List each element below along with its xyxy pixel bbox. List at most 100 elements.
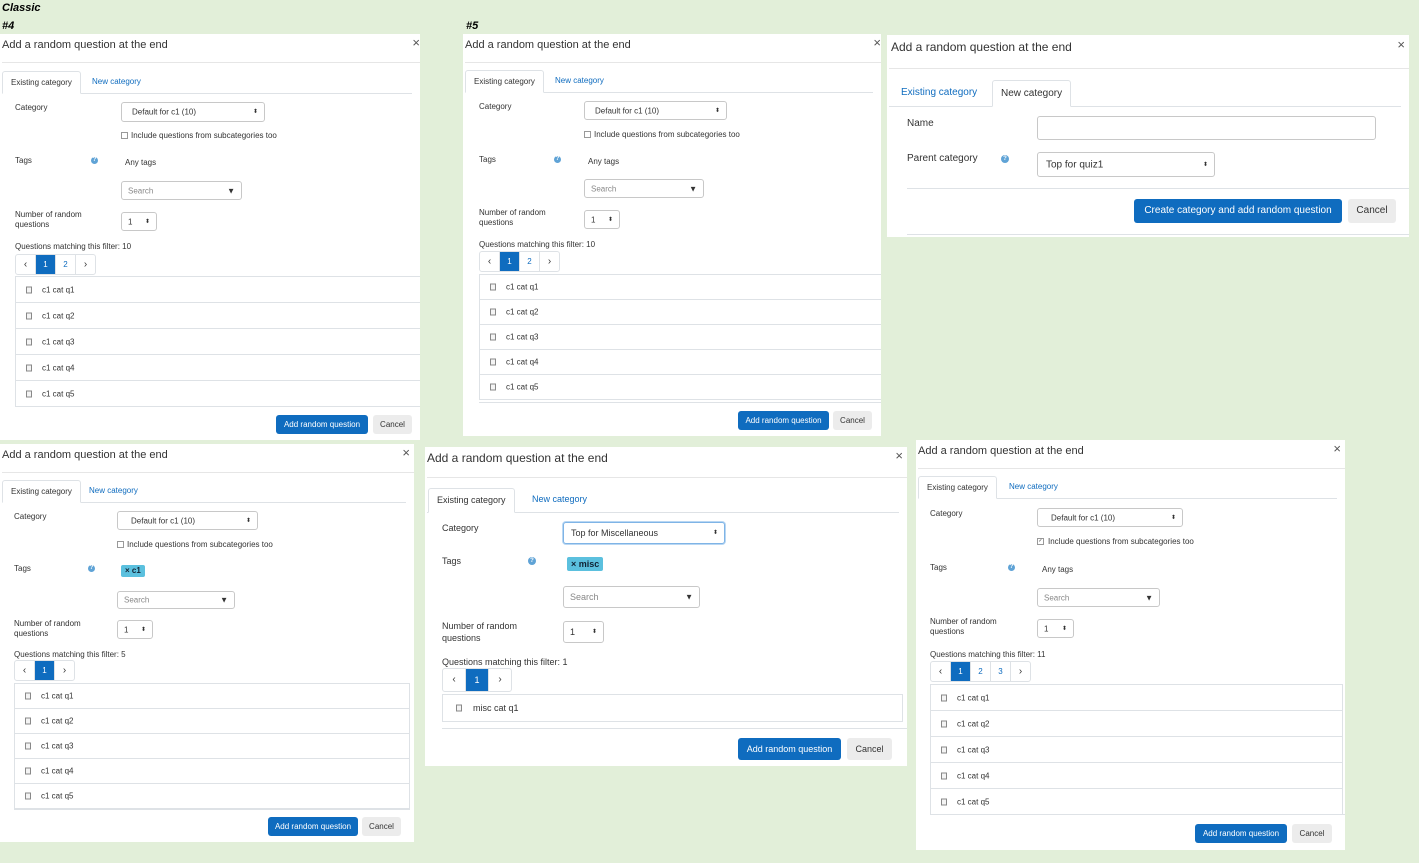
list-item[interactable]: c1 cat q4 bbox=[15, 758, 409, 783]
list-item[interactable]: c1 cat q1 bbox=[16, 277, 420, 302]
page-link[interactable]: 3 bbox=[990, 662, 1010, 681]
add-random-question-button[interactable]: Add random question bbox=[276, 415, 368, 434]
page-link[interactable]: 1 bbox=[465, 669, 488, 691]
prev-page-icon[interactable]: ‹ bbox=[443, 669, 465, 691]
tab-new-category[interactable]: New category bbox=[992, 80, 1072, 107]
list-item[interactable]: c1 cat q4 bbox=[480, 349, 881, 374]
next-page-icon[interactable]: › bbox=[75, 255, 95, 274]
include-subcategories-checkbox[interactable] bbox=[121, 132, 128, 139]
list-item[interactable]: c1 cat q4 bbox=[931, 762, 1342, 788]
add-random-question-button[interactable]: Add random question bbox=[738, 738, 841, 760]
close-icon[interactable]: × bbox=[1397, 37, 1405, 52]
close-icon[interactable]: × bbox=[873, 35, 881, 50]
next-page-icon[interactable]: › bbox=[54, 661, 74, 680]
close-icon[interactable]: × bbox=[402, 445, 410, 460]
tag-chip-c1[interactable]: × c1 bbox=[121, 565, 145, 577]
category-select[interactable]: Default for c1 (10) ⬍ bbox=[1037, 508, 1183, 527]
include-subcategories-checkbox[interactable]: ✓ bbox=[1037, 538, 1044, 545]
list-item[interactable]: c1 cat q1 bbox=[15, 684, 409, 708]
help-icon[interactable]: ? bbox=[554, 156, 561, 163]
list-item[interactable]: c1 cat q3 bbox=[16, 328, 420, 354]
page-link[interactable]: 2 bbox=[519, 252, 539, 271]
list-item[interactable]: c1 cat q5 bbox=[931, 788, 1342, 814]
prev-page-icon[interactable]: ‹ bbox=[480, 252, 499, 271]
list-item[interactable]: c1 cat q3 bbox=[15, 733, 409, 758]
tab-existing-category[interactable]: Existing category bbox=[428, 488, 515, 513]
close-icon[interactable]: × bbox=[895, 448, 903, 463]
list-item[interactable]: c1 cat q5 bbox=[15, 783, 409, 808]
include-subcategories-checkbox[interactable] bbox=[117, 541, 124, 548]
tab-new-category[interactable]: New category bbox=[1001, 476, 1066, 497]
add-random-question-button[interactable]: Add random question bbox=[268, 817, 358, 836]
page-link[interactable]: 2 bbox=[970, 662, 990, 681]
dialog-1: Add a random question at the end × Exist… bbox=[0, 34, 420, 440]
list-item[interactable]: c1 cat q3 bbox=[931, 736, 1342, 762]
tag-chip-misc[interactable]: × misc bbox=[567, 557, 604, 571]
list-item[interactable]: c1 cat q2 bbox=[931, 710, 1342, 736]
page-link[interactable]: 1 bbox=[499, 252, 519, 271]
help-icon[interactable]: ? bbox=[528, 557, 536, 565]
cancel-button[interactable]: Cancel bbox=[362, 817, 401, 836]
tab-new-category[interactable]: New category bbox=[81, 480, 146, 501]
cancel-button[interactable]: Cancel bbox=[847, 738, 892, 760]
list-item[interactable]: c1 cat q5 bbox=[16, 380, 420, 406]
next-page-icon[interactable]: › bbox=[1010, 662, 1030, 681]
number-select[interactable]: 1 ⬍ bbox=[1037, 619, 1074, 638]
page-link[interactable]: 1 bbox=[950, 662, 970, 681]
tab-existing-category[interactable]: Existing category bbox=[2, 71, 81, 94]
next-page-icon[interactable]: › bbox=[539, 252, 559, 271]
page-link[interactable]: 1 bbox=[35, 255, 55, 274]
tab-existing-category[interactable]: Existing category bbox=[893, 80, 985, 105]
number-select[interactable]: 1 ⬍ bbox=[117, 620, 153, 639]
number-select[interactable]: 1 ⬍ bbox=[563, 621, 604, 643]
list-item[interactable]: misc cat q1 bbox=[443, 695, 902, 721]
list-item[interactable]: c1 cat q2 bbox=[480, 299, 881, 324]
list-item[interactable]: c1 cat q5 bbox=[480, 374, 881, 399]
tab-new-category[interactable]: New category bbox=[84, 71, 149, 92]
category-select[interactable]: Default for c1 (10) ⬍ bbox=[584, 101, 727, 120]
tab-existing-category[interactable]: Existing category bbox=[918, 476, 997, 499]
category-select[interactable]: Default for c1 (10) ⬍ bbox=[117, 511, 258, 530]
tags-search-input[interactable]: Search ▼ bbox=[1037, 588, 1160, 607]
help-icon[interactable]: ? bbox=[88, 565, 95, 572]
page-link[interactable]: 2 bbox=[55, 255, 75, 274]
tags-search-input[interactable]: Search ▼ bbox=[117, 591, 235, 609]
category-select[interactable]: Top for Miscellaneous ⬍ bbox=[563, 522, 725, 544]
help-icon[interactable]: ? bbox=[91, 157, 98, 164]
add-random-question-button[interactable]: Add random question bbox=[738, 411, 829, 430]
tags-search-input[interactable]: Search ▼ bbox=[584, 179, 704, 198]
tab-existing-category[interactable]: Existing category bbox=[2, 480, 81, 503]
tags-search-input[interactable]: Search ▼ bbox=[563, 586, 700, 608]
list-item[interactable]: c1 cat q4 bbox=[16, 354, 420, 380]
tab-new-category[interactable]: New category bbox=[524, 488, 595, 511]
close-icon[interactable]: × bbox=[412, 35, 420, 50]
cancel-button[interactable]: Cancel bbox=[1348, 199, 1396, 223]
prev-page-icon[interactable]: ‹ bbox=[16, 255, 35, 274]
prev-page-icon[interactable]: ‹ bbox=[15, 661, 34, 680]
list-item[interactable]: c1 cat q3 bbox=[480, 324, 881, 349]
list-item[interactable]: c1 cat q1 bbox=[480, 275, 881, 299]
category-select[interactable]: Default for c1 (10) ⬍ bbox=[121, 102, 265, 122]
name-input[interactable] bbox=[1037, 116, 1376, 140]
help-icon[interactable]: ? bbox=[1001, 155, 1009, 163]
cancel-button[interactable]: Cancel bbox=[1292, 824, 1332, 843]
prev-page-icon[interactable]: ‹ bbox=[931, 662, 950, 681]
list-item[interactable]: c1 cat q2 bbox=[15, 708, 409, 733]
tab-existing-category[interactable]: Existing category bbox=[465, 70, 544, 93]
cancel-button[interactable]: Cancel bbox=[833, 411, 872, 430]
create-category-button[interactable]: Create category and add random question bbox=[1134, 199, 1342, 223]
list-item[interactable]: c1 cat q2 bbox=[16, 302, 420, 328]
tags-search-input[interactable]: Search ▼ bbox=[121, 181, 242, 200]
list-item[interactable]: c1 cat q1 bbox=[931, 685, 1342, 710]
tab-new-category[interactable]: New category bbox=[547, 70, 612, 91]
number-select[interactable]: 1 ⬍ bbox=[121, 212, 157, 231]
next-page-icon[interactable]: › bbox=[488, 669, 511, 691]
cancel-button[interactable]: Cancel bbox=[373, 415, 412, 434]
close-icon[interactable]: × bbox=[1333, 441, 1341, 456]
add-random-question-button[interactable]: Add random question bbox=[1195, 824, 1287, 843]
page-link[interactable]: 1 bbox=[34, 661, 54, 680]
number-select[interactable]: 1 ⬍ bbox=[584, 210, 620, 229]
parent-category-select[interactable]: Top for quiz1 ⬍ bbox=[1037, 152, 1215, 177]
help-icon[interactable]: ? bbox=[1008, 564, 1015, 571]
include-subcategories-checkbox[interactable] bbox=[584, 131, 591, 138]
